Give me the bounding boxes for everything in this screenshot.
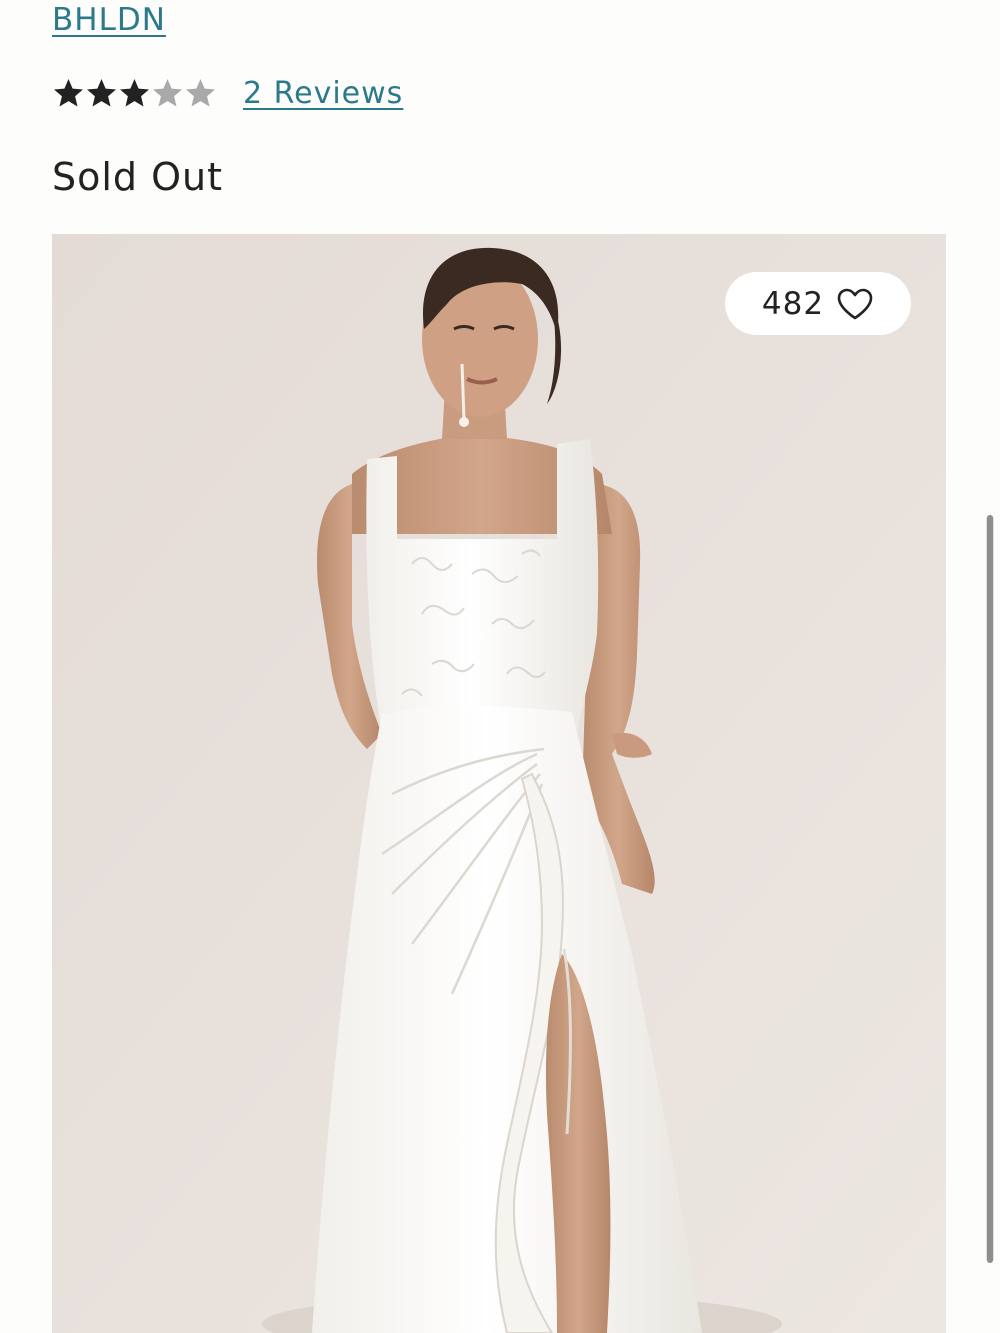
product-image[interactable]: 482 xyxy=(52,234,946,1333)
availability-status: Sold Out xyxy=(52,155,224,199)
star-rating[interactable] xyxy=(52,77,217,110)
like-button[interactable]: 482 xyxy=(725,272,911,335)
star-filled-icon xyxy=(87,78,116,106)
like-count: 482 xyxy=(761,285,825,322)
reviews-link[interactable]: 2 Reviews xyxy=(243,76,403,111)
scrollbar[interactable] xyxy=(986,515,994,1263)
star-filled-icon xyxy=(120,78,149,106)
product-page: BHLDN 2 Reviews Sold Out 482 xyxy=(0,0,1000,1333)
brand-link[interactable]: BHLDN xyxy=(52,0,166,40)
star-filled-icon xyxy=(54,78,83,106)
star-empty-icon xyxy=(153,78,182,106)
scrollbar-thumb[interactable] xyxy=(987,515,993,1263)
heart-outline-icon xyxy=(837,288,873,319)
rating-row: 2 Reviews xyxy=(52,72,403,114)
star-empty-icon xyxy=(186,78,215,106)
dress-photo xyxy=(52,234,946,1333)
